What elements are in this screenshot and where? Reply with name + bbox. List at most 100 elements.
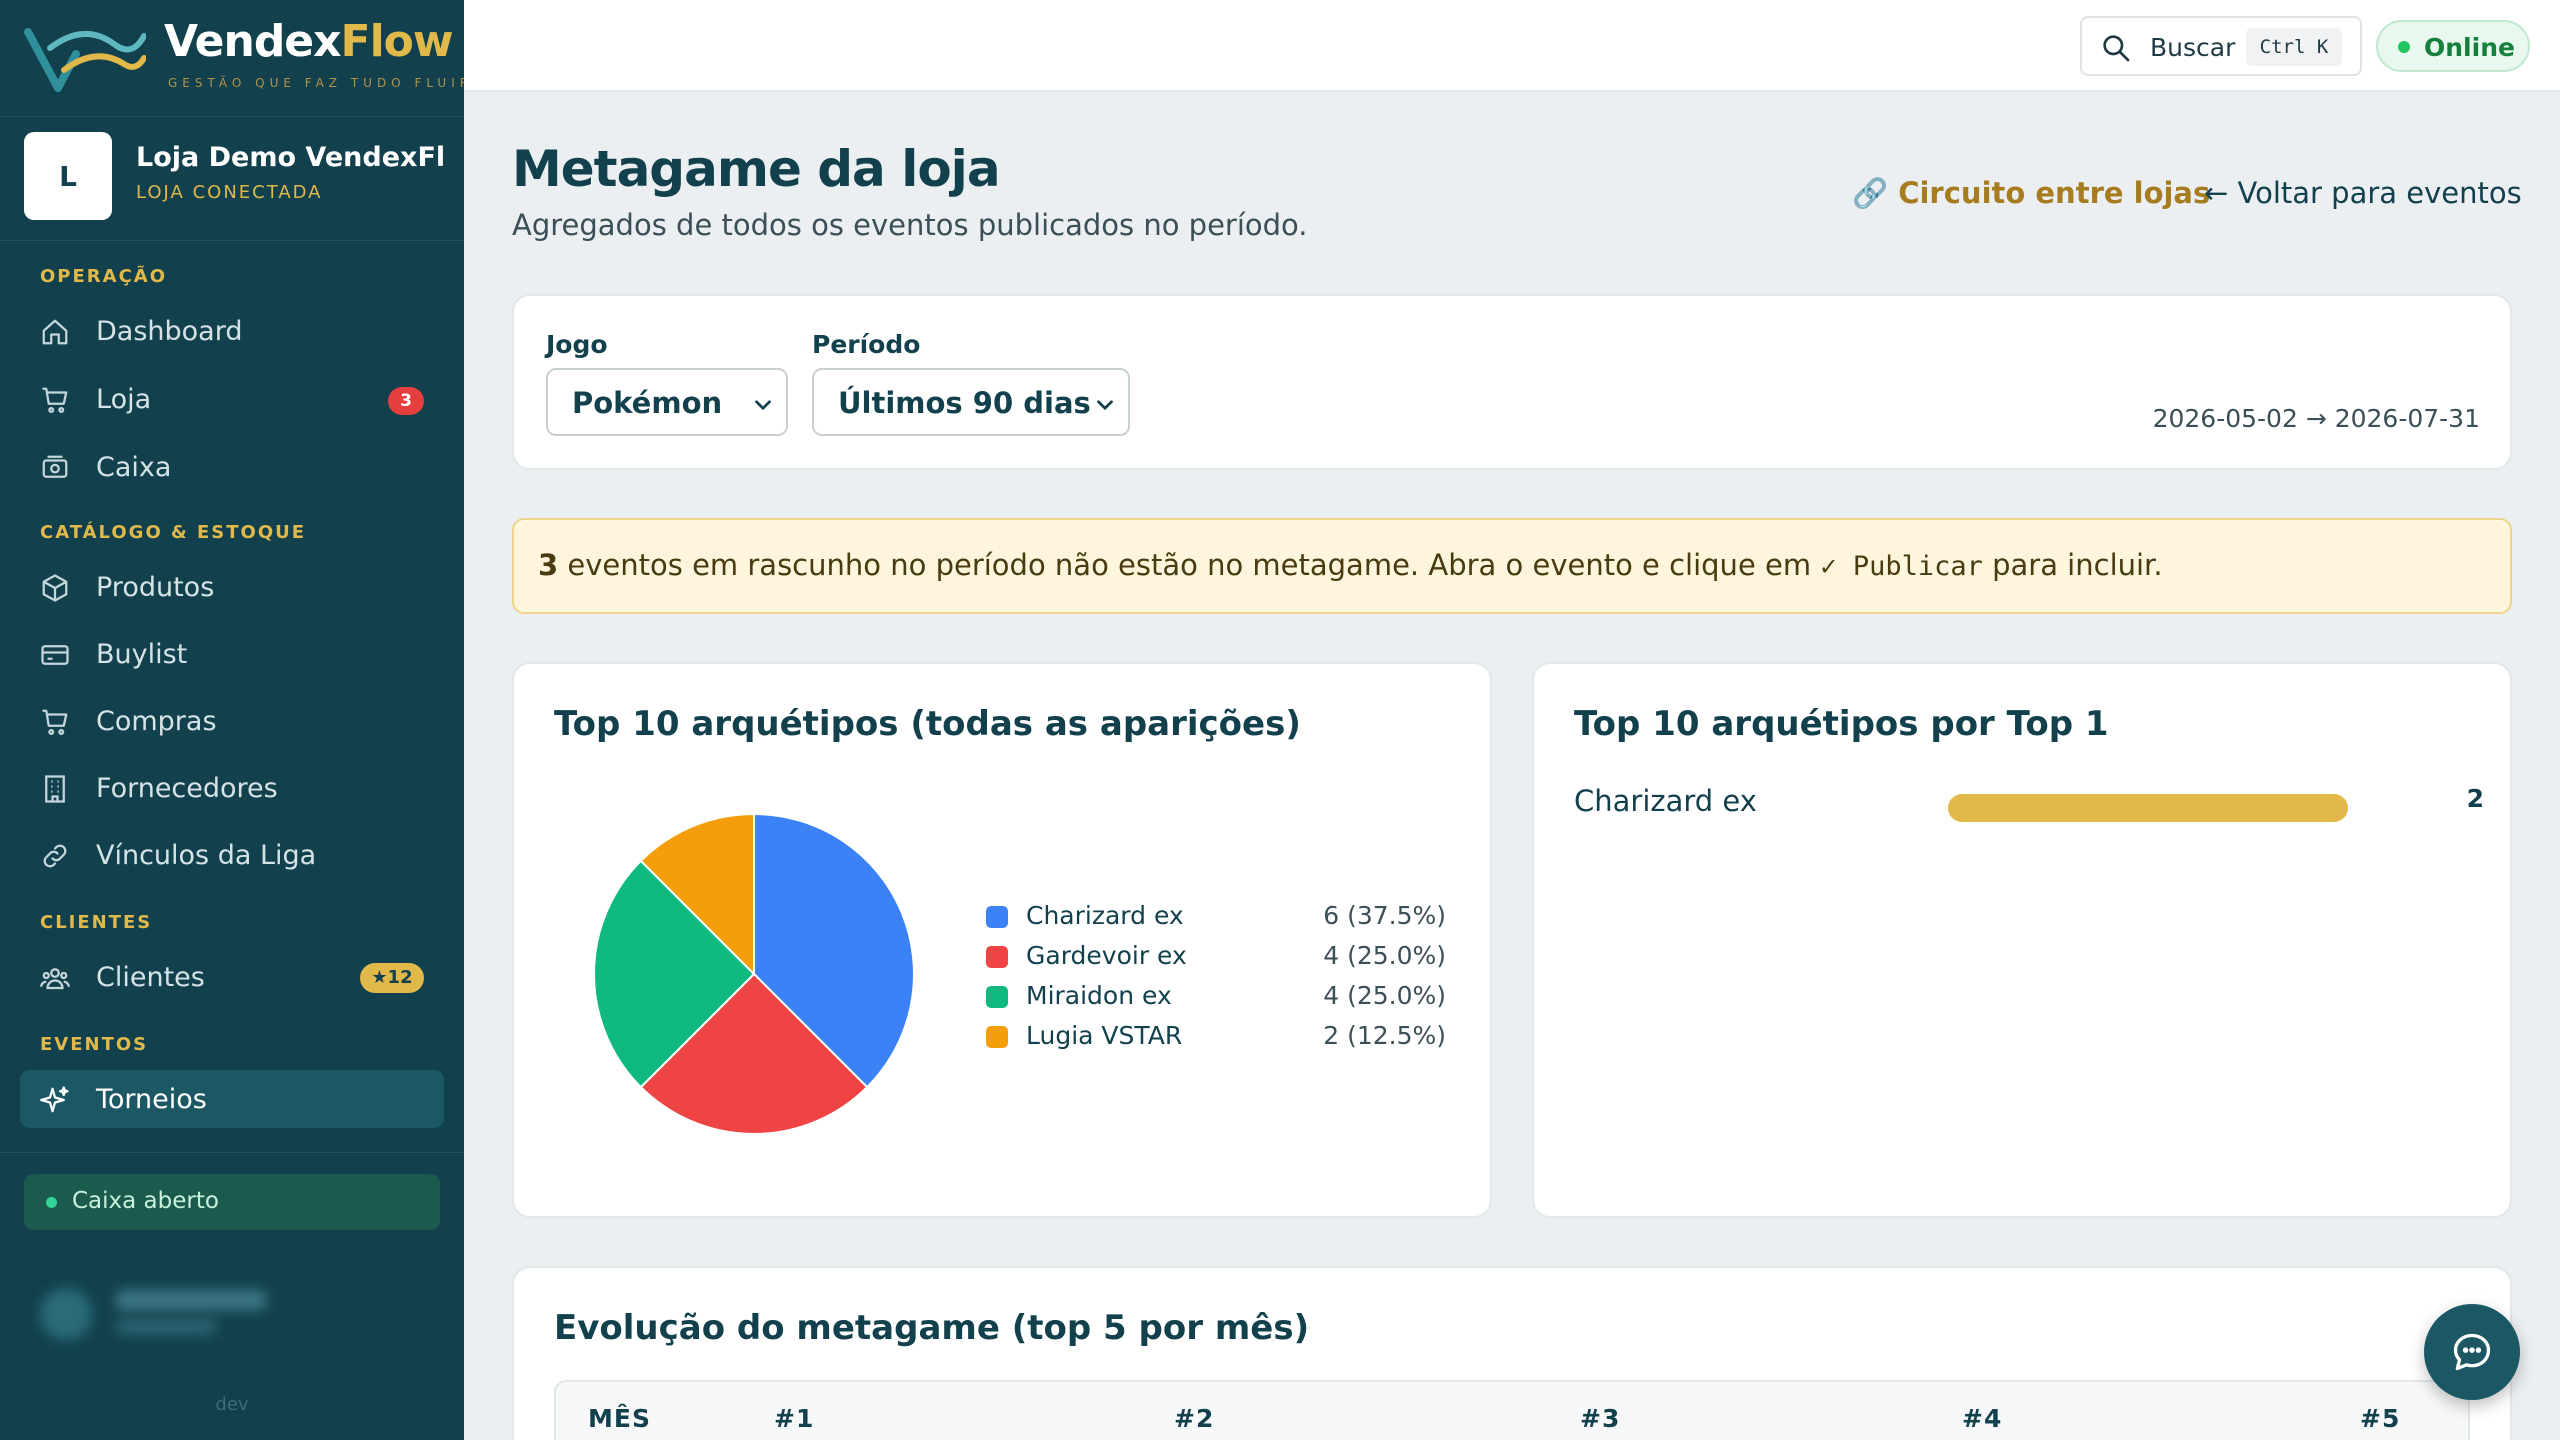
sidebar-item-dashboard[interactable]: Dashboard <box>20 302 444 360</box>
column-header-rank-2: #2 <box>1174 1404 1215 1433</box>
draft-count: 3 <box>538 548 559 582</box>
divider <box>0 116 464 117</box>
sidebar-item-label: Dashboard <box>96 316 243 347</box>
user-name-redacted <box>116 1290 266 1310</box>
sidebar-item-compras[interactable]: Compras <box>20 692 444 750</box>
card-title: Top 10 arquétipos (todas as aparições) <box>554 704 1301 744</box>
chevron-down-icon <box>755 400 771 411</box>
sidebar-item-label: Clientes <box>96 962 205 993</box>
column-header-rank-1: #1 <box>774 1404 815 1433</box>
section-title-operacao: OPERAÇÃO <box>40 266 168 287</box>
section-title-eventos: EVENTOS <box>40 1034 149 1055</box>
chat-bubble-icon <box>2453 1333 2491 1371</box>
legend-item: Miraidon ex 4 (25.0%) <box>986 978 1466 1014</box>
search-button[interactable]: Buscar Ctrl K <box>2080 16 2362 76</box>
circuit-link[interactable]: 🔗 Circuito entre lojas <box>1852 176 2210 211</box>
status-dot <box>46 1197 57 1208</box>
game-select[interactable]: Pokémon <box>546 368 788 436</box>
search-label: Buscar <box>2150 33 2236 62</box>
back-to-events-link[interactable]: ← Voltar para eventos <box>2204 176 2522 210</box>
cash-status[interactable]: Caixa aberto <box>24 1174 440 1230</box>
sidebar-item-caixa[interactable]: Caixa <box>20 438 444 496</box>
legend-swatch <box>986 1026 1008 1048</box>
legend-label: Miraidon ex <box>1026 981 1172 1010</box>
bar-track <box>1948 794 2348 822</box>
sidebar-item-vinculos-liga[interactable]: Vínculos da Liga <box>20 826 444 884</box>
sidebar-item-buylist[interactable]: Buylist <box>20 625 444 683</box>
legend-swatch <box>986 946 1008 968</box>
brand-logo[interactable]: VendexFlow GESTÃO QUE FAZ TUDO FLUIR <box>24 12 468 102</box>
keyboard-shortcut: Ctrl K <box>2246 28 2342 66</box>
cart-icon <box>42 709 68 735</box>
legend-swatch <box>986 906 1008 928</box>
sidebar-item-loja[interactable]: Loja 3 <box>20 370 444 428</box>
column-header-rank-5: #5 <box>2360 1404 2401 1433</box>
sidebar-item-label: Produtos <box>96 572 215 603</box>
connection-status-badge: Online <box>2376 20 2530 72</box>
warning-text-part: para incluir. <box>1982 548 2163 582</box>
count-badge: 3 <box>388 387 424 415</box>
legend-value: 4 (25.0%) <box>1323 981 1446 1010</box>
environment-label: dev <box>215 1394 249 1415</box>
chat-button[interactable] <box>2424 1304 2520 1400</box>
legend-value: 6 (37.5%) <box>1323 901 1446 930</box>
sidebar-item-label: Compras <box>96 706 217 737</box>
logo-wave-icon <box>24 28 146 92</box>
bar-label: Charizard ex <box>1574 784 1757 818</box>
bar-fill <box>1948 794 2348 822</box>
bar-value: 2 <box>2466 784 2484 813</box>
page-subtitle: Agregados de todos os eventos publicados… <box>512 208 1308 242</box>
archetypes-pie-chart <box>593 812 915 1135</box>
sidebar-item-clientes[interactable]: Clientes ★12 <box>20 948 444 1006</box>
avatar <box>40 1288 92 1340</box>
store-switcher[interactable]: L Loja Demo VendexFl... LOJA CONECTADA <box>24 132 446 220</box>
users-icon <box>40 968 70 990</box>
legend-item: Charizard ex 6 (37.5%) <box>986 898 1466 934</box>
legend-swatch <box>986 986 1008 1008</box>
bar-row: Charizard ex 2 <box>1574 784 2484 824</box>
section-title-clientes: CLIENTES <box>40 912 153 933</box>
legend-label: Charizard ex <box>1026 901 1184 930</box>
brand-name: VendexFlow <box>164 16 454 67</box>
metagame-evolution-card: Evolução do metagame (top 5 por mês) MÊS… <box>512 1266 2512 1440</box>
search-icon <box>2103 35 2130 62</box>
box-icon <box>42 574 68 602</box>
sparkle-icon <box>40 1086 69 1113</box>
chevron-down-icon <box>1097 400 1113 411</box>
brand-tagline: GESTÃO QUE FAZ TUDO FLUIR <box>168 76 474 90</box>
legend-label: Gardevoir ex <box>1026 941 1187 970</box>
draft-events-warning: 3 eventos em rascunho no período não est… <box>512 518 2512 614</box>
sidebar-item-produtos[interactable]: Produtos <box>20 558 444 616</box>
card-title: Evolução do metagame (top 5 por mês) <box>554 1308 1310 1348</box>
warning-text-part: eventos em rascunho no período não estão… <box>558 548 1821 582</box>
cart-icon <box>42 387 68 413</box>
status-dot <box>2398 41 2410 53</box>
game-select-value: Pokémon <box>572 386 723 420</box>
card-title: Top 10 arquétipos por Top 1 <box>1574 704 2109 744</box>
sidebar-item-label: Loja <box>96 384 152 415</box>
user-profile[interactable] <box>30 1280 390 1350</box>
building-icon <box>45 775 65 803</box>
divider <box>0 240 464 241</box>
top1-archetypes-card: Top 10 arquétipos por Top 1 Charizard ex… <box>1532 662 2512 1218</box>
store-name: Loja Demo VendexFl... <box>136 142 446 173</box>
column-header-month: MÊS <box>588 1404 651 1433</box>
topbar: Buscar Ctrl K Online <box>464 0 2560 92</box>
period-select-value: Últimos 90 dias <box>838 386 1091 420</box>
sidebar-item-fornecedores[interactable]: Fornecedores <box>20 759 444 817</box>
column-header-rank-4: #4 <box>1962 1404 2003 1433</box>
filters-card: Jogo Pokémon Período Últimos 90 dias 202… <box>512 294 2512 470</box>
card-icon <box>41 645 69 665</box>
column-header-rank-3: #3 <box>1580 1404 1621 1433</box>
loyalty-badge: ★12 <box>360 963 424 993</box>
sidebar-item-torneios[interactable]: Torneios <box>20 1070 444 1128</box>
period-select[interactable]: Últimos 90 dias <box>812 368 1130 436</box>
section-title-catalogo: CATÁLOGO & ESTOQUE <box>40 522 307 543</box>
warning-text: 3 eventos em rascunho no período não est… <box>538 548 2163 582</box>
home-icon <box>42 319 68 345</box>
cash-register-icon <box>42 455 68 478</box>
archetypes-pie-card: Top 10 arquétipos (todas as aparições) C… <box>512 662 1492 1218</box>
evolution-table-header: MÊS #1 #2 #3 #4 #5 <box>554 1380 2470 1440</box>
date-range: 2026-05-02 → 2026-07-31 <box>2152 404 2480 433</box>
sidebar-item-label: Vínculos da Liga <box>96 840 317 871</box>
